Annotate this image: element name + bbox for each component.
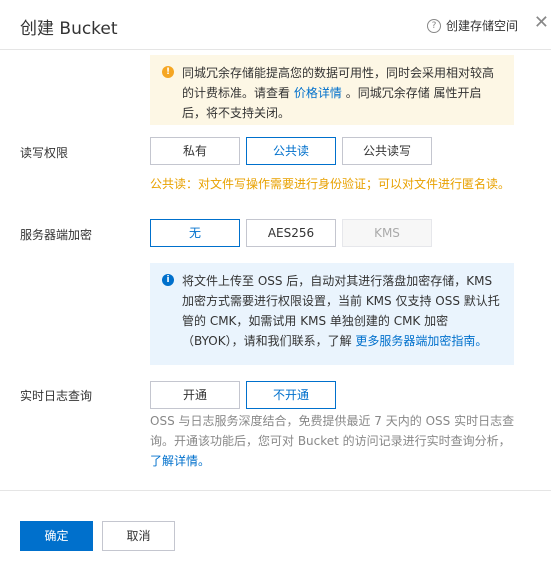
question-icon: ?: [427, 18, 441, 33]
info-icon: i: [162, 274, 174, 286]
price-details-link[interactable]: 价格详情: [294, 86, 342, 100]
help-link[interactable]: ? 创建存储空间: [427, 17, 518, 34]
encryption-option-aes256[interactable]: AES256: [246, 219, 336, 247]
dialog-title: 创建 Bucket: [20, 19, 118, 39]
acl-label: 读写权限: [20, 146, 69, 160]
log-query-description: OSS 与日志服务深度结合，免费提供最近 7 天内的 OSS 实时日志查询。开通…: [150, 411, 520, 471]
log-query-label: 实时日志查询: [20, 389, 93, 403]
log-query-option-disable[interactable]: 不开通: [246, 381, 336, 409]
acl-warning: 公共读：对文件写操作需要进行身份验证；可以对文件进行匿名读。: [150, 177, 511, 191]
close-icon[interactable]: ✕: [534, 12, 549, 33]
cancel-button[interactable]: 取消: [102, 521, 175, 551]
redundancy-notice: ! 同城冗余存储能提高您的数据可用性，同时会采用相对较高的计费标准。请查看 价格…: [150, 55, 514, 125]
encryption-option-none[interactable]: 无: [150, 219, 240, 247]
log-query-description-text: OSS 与日志服务深度结合，免费提供最近 7 天内的 OSS 实时日志查询。开通…: [150, 414, 515, 448]
acl-option-public-read-write[interactable]: 公共读写: [342, 137, 432, 165]
warning-icon: !: [162, 66, 174, 78]
dialog-header: 创建 Bucket ? 创建存储空间 ✕: [0, 0, 551, 50]
confirm-button[interactable]: 确定: [20, 521, 93, 551]
encryption-label: 服务器端加密: [20, 228, 93, 242]
encryption-option-kms: KMS: [342, 219, 432, 247]
acl-option-private[interactable]: 私有: [150, 137, 240, 165]
dialog-footer: 确定 取消: [0, 490, 551, 562]
log-query-option-enable[interactable]: 开通: [150, 381, 240, 409]
encryption-guide-link[interactable]: 更多服务器端加密指南。: [355, 334, 487, 348]
acl-option-public-read[interactable]: 公共读: [246, 137, 336, 165]
log-query-learn-more-link[interactable]: 了解详情。: [150, 454, 210, 468]
dialog-body[interactable]: ! 同城冗余存储能提高您的数据可用性，同时会采用相对较高的计费标准。请查看 价格…: [0, 51, 551, 490]
encryption-notice: i 将文件上传至 OSS 后，自动对其进行落盘加密存储，KMS 加密方式需要进行…: [150, 263, 514, 365]
help-label: 创建存储空间: [446, 19, 519, 33]
